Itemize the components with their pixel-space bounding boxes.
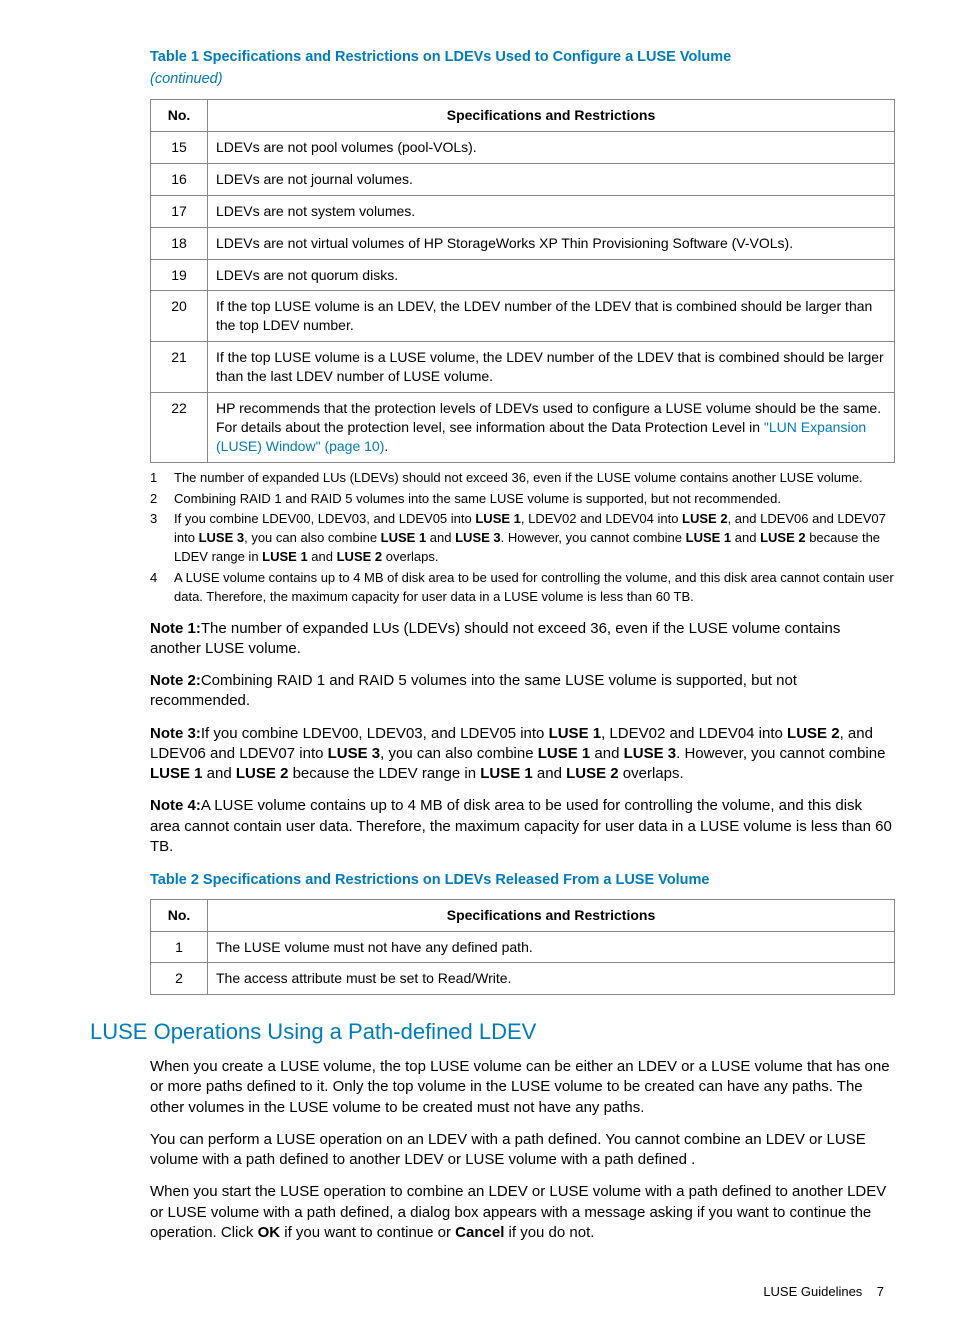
note-1: Note 1:The number of expanded LUs (LDEVs… bbox=[150, 619, 895, 660]
th-spec: Specifications and Restrictions bbox=[208, 100, 895, 132]
table-row: 15LDEVs are not pool volumes (pool-VOLs)… bbox=[151, 132, 895, 164]
section-para-3: When you start the LUSE operation to com… bbox=[150, 1182, 895, 1243]
note-2: Note 2:Combining RAID 1 and RAID 5 volum… bbox=[150, 671, 895, 712]
table1-subtitle: (continued) bbox=[150, 70, 894, 90]
table1-title: Table 1 Specifications and Restrictions … bbox=[150, 48, 894, 68]
table2: No. Specifications and Restrictions 1The… bbox=[150, 899, 895, 996]
table-row: 16LDEVs are not journal volumes. bbox=[151, 163, 895, 195]
table-row: 18LDEVs are not virtual volumes of HP St… bbox=[151, 227, 895, 259]
table-row: 19LDEVs are not quorum disks. bbox=[151, 259, 895, 291]
table-row: 21If the top LUSE volume is a LUSE volum… bbox=[151, 342, 895, 393]
section-para-1: When you create a LUSE volume, the top L… bbox=[150, 1057, 895, 1118]
table-row: 17LDEVs are not system volumes. bbox=[151, 195, 895, 227]
table-row: 1The LUSE volume must not have any defin… bbox=[151, 931, 895, 963]
note-3: Note 3:If you combine LDEV00, LDEV03, an… bbox=[150, 724, 895, 785]
th-no: No. bbox=[151, 899, 208, 931]
table1: No. Specifications and Restrictions 15LD… bbox=[150, 99, 895, 463]
table-row: 22 HP recommends that the protection lev… bbox=[151, 393, 895, 463]
table-row: 2The access attribute must be set to Rea… bbox=[151, 963, 895, 995]
note-4: Note 4:A LUSE volume contains up to 4 MB… bbox=[150, 796, 895, 857]
table2-title: Table 2 Specifications and Restrictions … bbox=[150, 871, 894, 891]
th-no: No. bbox=[151, 100, 208, 132]
th-spec: Specifications and Restrictions bbox=[208, 899, 895, 931]
table-row: 20If the top LUSE volume is an LDEV, the… bbox=[151, 291, 895, 342]
table1-footnotes: 1The number of expanded LUs (LDEVs) shou… bbox=[150, 469, 895, 607]
page-footer: LUSE Guidelines 7 bbox=[60, 1283, 894, 1301]
section-heading: LUSE Operations Using a Path-defined LDE… bbox=[90, 1017, 894, 1047]
section-para-2: You can perform a LUSE operation on an L… bbox=[150, 1130, 895, 1171]
